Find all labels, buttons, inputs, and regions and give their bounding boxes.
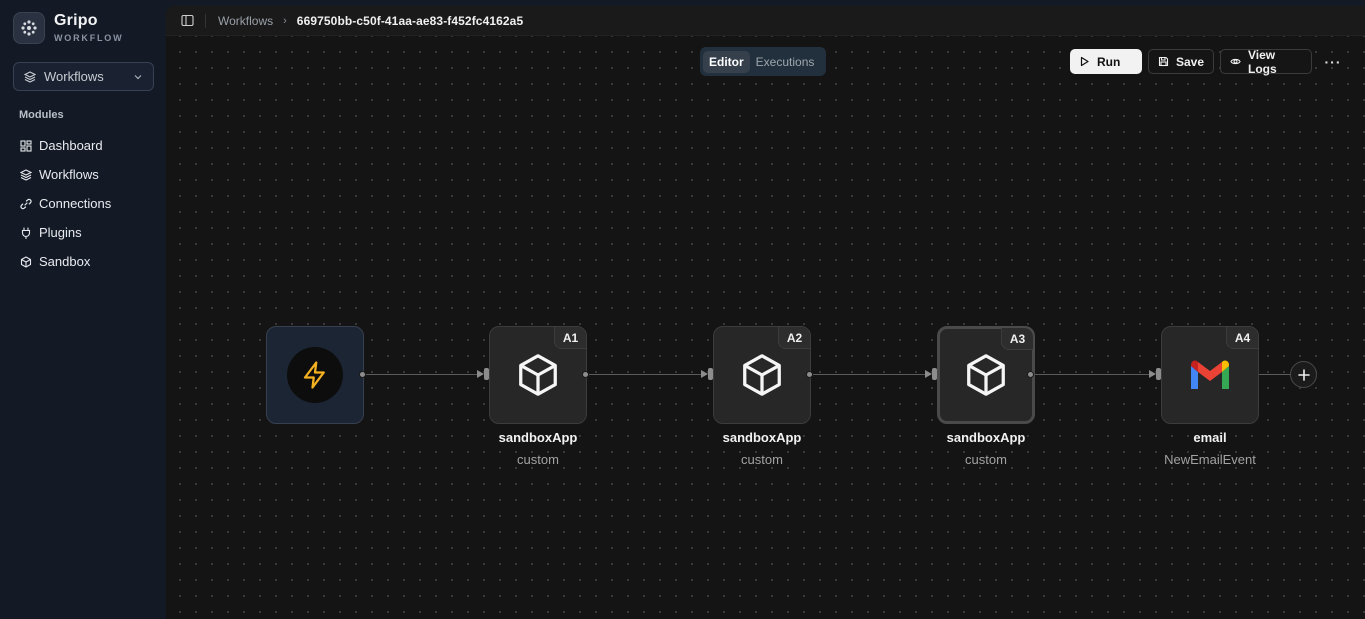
tab-editor[interactable]: Editor xyxy=(703,50,750,73)
plus-icon xyxy=(1297,368,1310,381)
tab-executions[interactable]: Executions xyxy=(750,51,821,73)
layers-icon xyxy=(19,168,32,181)
edge-a4-add xyxy=(1258,374,1290,375)
gmail-icon xyxy=(1188,358,1232,392)
modules-heading: Modules xyxy=(19,109,64,121)
brand-subtitle: WORKFLOW xyxy=(54,33,124,43)
cube-icon xyxy=(963,352,1009,398)
layers-icon xyxy=(24,70,36,83)
workflow-select[interactable]: Workflows xyxy=(13,62,154,91)
mode-tabs: Editor Executions xyxy=(700,47,826,76)
sidebar-item-label: Connections xyxy=(39,196,112,211)
sidebar-item-label: Plugins xyxy=(39,225,82,240)
cube-icon xyxy=(515,352,561,398)
output-handle[interactable] xyxy=(359,371,366,378)
sidebar-toggle-icon[interactable] xyxy=(181,14,194,27)
output-handle[interactable] xyxy=(806,371,813,378)
divider xyxy=(205,13,206,28)
node-badge: A4 xyxy=(1226,327,1258,349)
sidebar-item-connections[interactable]: Connections xyxy=(19,189,111,218)
node-sublabel: custom xyxy=(741,452,783,467)
node-sublabel: NewEmailEvent xyxy=(1164,452,1256,467)
sidebar-item-sandbox[interactable]: Sandbox xyxy=(19,247,111,276)
save-button[interactable]: Save xyxy=(1148,49,1214,74)
gear-grid-icon xyxy=(13,12,45,44)
edge-trigger-a1 xyxy=(363,374,478,375)
save-label: Save xyxy=(1176,54,1205,69)
node-sublabel: custom xyxy=(517,452,559,467)
edge-a3-a4 xyxy=(1032,374,1150,375)
node-badge: A3 xyxy=(1001,328,1033,350)
arrow-icon xyxy=(1149,370,1156,378)
sidebar-item-dashboard[interactable]: Dashboard xyxy=(19,131,111,160)
link-icon xyxy=(19,197,32,210)
sidebar: Gripo WORKFLOW Workflows Modules Dashboa… xyxy=(0,0,166,619)
node-label: sandboxApp xyxy=(498,430,578,445)
sidebar-item-workflows[interactable]: Workflows xyxy=(19,160,111,189)
edge-a1-a2 xyxy=(587,374,702,375)
sidebar-nav: Dashboard Workflows Connections Plugins … xyxy=(19,131,111,276)
cube-icon xyxy=(739,352,785,398)
lightning-icon xyxy=(300,360,330,390)
chevron-down-icon xyxy=(133,72,143,82)
flow-node-a4[interactable]: A4 xyxy=(1161,326,1259,424)
output-handle[interactable] xyxy=(1027,371,1034,378)
flow-node-a3[interactable]: A3 xyxy=(937,326,1035,424)
view-logs-button[interactable]: View Logs xyxy=(1220,47,1312,76)
breadcrumb-current: 669750bb-c50f-41aa-ae83-f452fc4162a5 xyxy=(296,13,524,28)
arrow-icon xyxy=(701,370,708,378)
node-sublabel: custom xyxy=(965,452,1007,467)
node-label: sandboxApp xyxy=(946,430,1026,445)
sidebar-item-plugins[interactable]: Plugins xyxy=(19,218,111,247)
view-logs-label: View Logs xyxy=(1248,47,1277,76)
arrow-icon xyxy=(925,370,932,378)
sidebar-item-label: Workflows xyxy=(39,167,99,182)
dashboard-icon xyxy=(19,139,32,152)
eye-icon xyxy=(1230,56,1241,67)
arrow-icon xyxy=(477,370,484,378)
breadcrumb-workflows[interactable]: Workflows xyxy=(218,14,273,28)
flow-node-a2[interactable]: A2 xyxy=(713,326,811,424)
run-label: Run xyxy=(1097,54,1121,69)
workflow-select-label: Workflows xyxy=(44,69,104,84)
trigger-icon-circle xyxy=(287,347,343,403)
top-bar: Workflows › 669750bb-c50f-41aa-ae83-f452… xyxy=(166,6,1365,36)
workflow-canvas[interactable]: Workflows › 669750bb-c50f-41aa-ae83-f452… xyxy=(166,6,1365,619)
node-label: sandboxApp xyxy=(722,430,802,445)
more-options-button[interactable]: ··· xyxy=(1322,49,1344,74)
node-label: email xyxy=(1193,430,1227,445)
edge-a2-a3 xyxy=(811,374,926,375)
brand-name: Gripo xyxy=(54,12,98,29)
sidebar-item-label: Sandbox xyxy=(39,254,91,269)
add-node-button[interactable] xyxy=(1290,361,1317,388)
chevron-right-icon: › xyxy=(283,14,287,27)
node-badge: A1 xyxy=(554,327,586,349)
brand[interactable]: Gripo WORKFLOW xyxy=(13,12,123,44)
node-badge: A2 xyxy=(778,327,810,349)
plug-icon xyxy=(19,226,32,239)
flow-node-a1[interactable]: A1 xyxy=(489,326,587,424)
run-button[interactable]: Run xyxy=(1070,49,1142,74)
output-handle[interactable] xyxy=(582,371,589,378)
play-icon xyxy=(1079,56,1090,67)
cube-icon xyxy=(19,255,32,268)
trigger-node[interactable] xyxy=(266,326,364,424)
sidebar-item-label: Dashboard xyxy=(39,138,103,153)
save-icon xyxy=(1158,56,1169,67)
